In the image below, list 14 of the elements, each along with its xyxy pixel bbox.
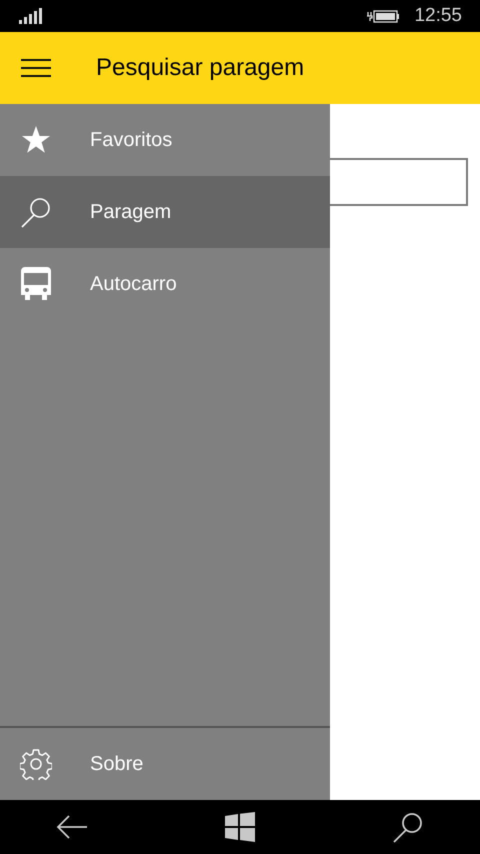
signal-icon [18,8,42,24]
menu-icon [20,58,52,78]
windows-icon[interactable] [225,812,255,842]
gear-icon [20,748,52,780]
search-field[interactable] [330,158,468,206]
clock-time: 12:55 [414,4,462,28]
bus-icon [21,267,51,301]
back-icon[interactable] [56,814,88,840]
menu-item[interactable]: Paragem [0,176,330,248]
star-icon [21,125,51,155]
battery-icon [366,8,400,24]
search-icon [20,196,52,228]
search-icon[interactable] [392,811,424,843]
page-title: Pesquisar paragem [96,53,304,83]
